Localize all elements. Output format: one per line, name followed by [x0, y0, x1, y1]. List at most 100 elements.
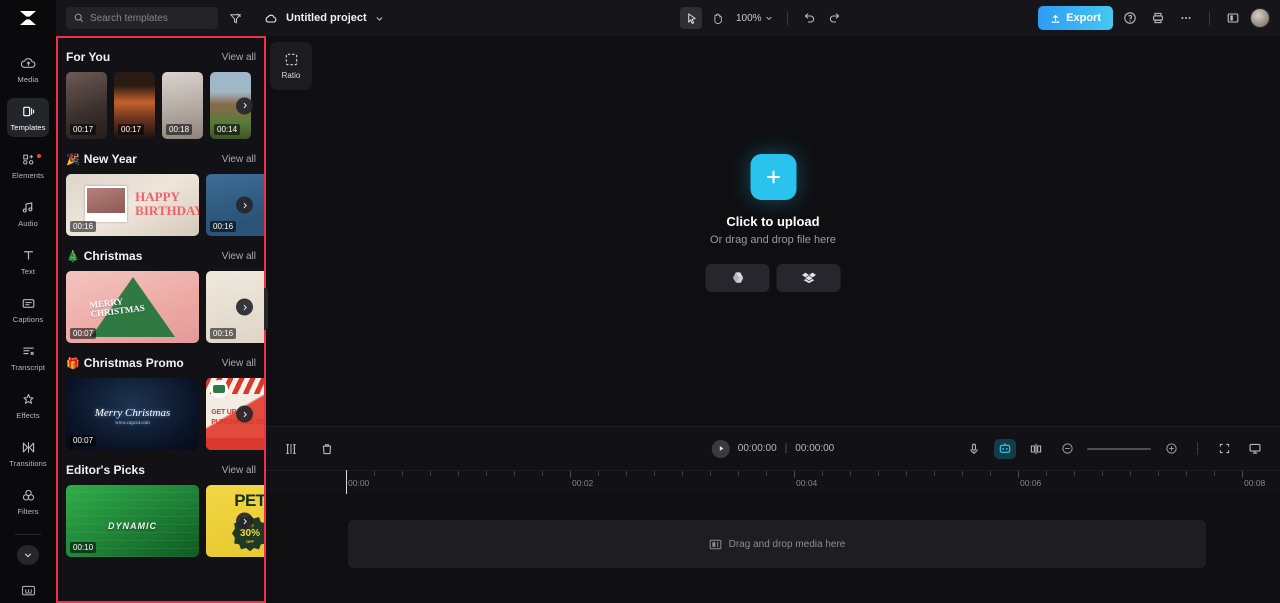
thumb-text: PET [234, 490, 266, 510]
sidebar-item-audio[interactable]: Audio [7, 194, 49, 233]
print-icon [1153, 12, 1163, 24]
sidebar-item-media[interactable]: Media [7, 50, 49, 89]
view-all-for-you[interactable]: View all [222, 52, 256, 63]
thumb-text: Merry Christmas www.capcut.com [94, 406, 171, 426]
zoom-out-button[interactable] [1056, 438, 1078, 460]
section-header-christmas: 🎄 Christmas View all [66, 249, 256, 263]
ratio-label: Ratio [281, 71, 301, 80]
ratio-button[interactable]: Ratio [270, 42, 312, 90]
chevron-right-icon [243, 202, 247, 208]
section-title: Christmas [83, 249, 143, 263]
sidebar-item-transcript[interactable]: Transcript [7, 338, 49, 377]
filter-button[interactable] [224, 7, 246, 29]
view-all-christmas-promo[interactable]: View all [222, 358, 256, 369]
project-title[interactable]: Untitled project [286, 12, 367, 24]
next-templates-button[interactable] [236, 97, 253, 114]
timeline-zoom-slider[interactable] [1087, 447, 1151, 450]
app-logo[interactable] [0, 0, 56, 36]
zoom-in-icon [1165, 443, 1177, 454]
ai-assistant-button[interactable] [994, 438, 1016, 459]
ruler-label: 00:06 [1020, 478, 1042, 488]
capcut-editor-window: Untitled project 100% [0, 0, 1280, 603]
divider [15, 533, 41, 535]
sidebar-item-label: Transcript [10, 362, 46, 372]
sidebar-item-effects[interactable]: Effects [7, 386, 49, 425]
panel-collapse-handle[interactable] [264, 288, 268, 330]
template-card[interactable]: 00:18 [162, 72, 203, 139]
play-icon [719, 446, 723, 451]
microphone-button[interactable] [963, 438, 985, 460]
fullscreen-button[interactable] [1213, 438, 1235, 460]
keyboard-shortcuts-button[interactable] [20, 583, 37, 603]
mirror-button[interactable] [1025, 438, 1047, 460]
search-box[interactable] [66, 7, 218, 29]
chevron-down-icon [24, 553, 32, 558]
sidebar-item-text[interactable]: Text [7, 242, 49, 281]
upload-button[interactable] [750, 154, 796, 201]
sidebar-item-label: Media [17, 74, 39, 84]
template-card[interactable]: Merry Christmas www.capcut.com 00:07 [66, 378, 199, 450]
timeline-playback: 00:00:00 | 00:00:00 [711, 439, 835, 458]
divider [1197, 442, 1198, 455]
next-templates-button[interactable] [236, 405, 253, 423]
redo-icon [829, 13, 839, 23]
sidebar-item-label: Elements [11, 170, 45, 180]
export-button[interactable]: Export [1038, 6, 1113, 30]
undo-icon [804, 13, 814, 23]
select-tool-button[interactable] [680, 7, 702, 29]
sidebar-item-templates[interactable]: Templates [7, 97, 49, 137]
timeline-drop-zone[interactable]: Drag and drop media here [348, 520, 1206, 568]
panel-layout-button[interactable] [1222, 7, 1244, 29]
section-title-row: 🎁 Christmas Promo [66, 356, 184, 370]
template-duration: 00:18 [166, 124, 193, 135]
template-card[interactable]: 00:17 [114, 72, 155, 139]
more-options-button[interactable] [1175, 7, 1197, 29]
template-card[interactable]: 00:17 [66, 72, 107, 139]
next-templates-button[interactable] [236, 196, 253, 214]
view-all-christmas[interactable]: View all [222, 251, 256, 262]
avatar[interactable] [1250, 8, 1270, 28]
zoom-in-button[interactable] [1160, 438, 1182, 460]
sidebar-item-captions[interactable]: Captions [7, 290, 49, 329]
google-drive-button[interactable] [705, 264, 770, 293]
zoom-out-icon [1061, 443, 1073, 454]
template-card[interactable]: MERRY CHRISTMAS 00:07 [66, 271, 199, 343]
display-monitor-button[interactable] [1244, 438, 1266, 460]
help-button[interactable] [1119, 7, 1141, 29]
redo-button[interactable] [824, 7, 846, 29]
template-card[interactable]: DYNAMIC 00:10 [66, 485, 199, 557]
drop-media-label: Drag and drop media here [728, 538, 846, 550]
left-sidebar: Media Templates Elements Audio Text Capt… [0, 36, 56, 603]
zoom-level-control[interactable]: 100% [736, 13, 773, 24]
total-time: 00:00:00 [795, 443, 835, 454]
sidebar-item-filters[interactable]: Filters [7, 482, 49, 521]
next-templates-button[interactable] [236, 298, 253, 316]
current-time: 00:00:00 [737, 443, 777, 454]
sidebar-item-transitions[interactable]: Transitions [7, 434, 49, 473]
print-button[interactable] [1147, 7, 1169, 29]
play-button[interactable] [711, 439, 730, 458]
hand-tool-button[interactable] [706, 7, 728, 29]
timeline-ruler[interactable]: 00:00 00:02 00:04 00:06 00:08 [266, 470, 1280, 494]
upload-icon [1051, 14, 1060, 23]
chevron-right-icon [243, 304, 247, 310]
audio-note-icon [22, 202, 32, 213]
delete-button[interactable] [316, 438, 338, 460]
more-horizontal-icon [1181, 17, 1191, 19]
search-input[interactable] [90, 12, 200, 24]
sidebar-expand-button[interactable] [17, 544, 39, 566]
chevron-down-icon [376, 16, 383, 21]
next-templates-button[interactable] [236, 512, 253, 530]
preview-area: Ratio Click to upload Or drag and drop f… [266, 36, 1280, 426]
split-button[interactable] [280, 438, 302, 460]
view-all-editors-picks[interactable]: View all [222, 465, 256, 476]
project-area[interactable]: Untitled project [264, 12, 384, 24]
view-all-new-year[interactable]: View all [222, 154, 256, 165]
undo-button[interactable] [798, 7, 820, 29]
dropbox-button[interactable] [776, 264, 841, 293]
section-title: For You [66, 50, 111, 64]
template-card[interactable]: HAPPY BIRTHDAY 00:16 [66, 174, 199, 236]
sidebar-item-label: Audio [18, 218, 38, 228]
sidebar-item-elements[interactable]: Elements [7, 146, 49, 185]
upload-dropzone[interactable]: Click to upload Or drag and drop file he… [705, 154, 841, 293]
